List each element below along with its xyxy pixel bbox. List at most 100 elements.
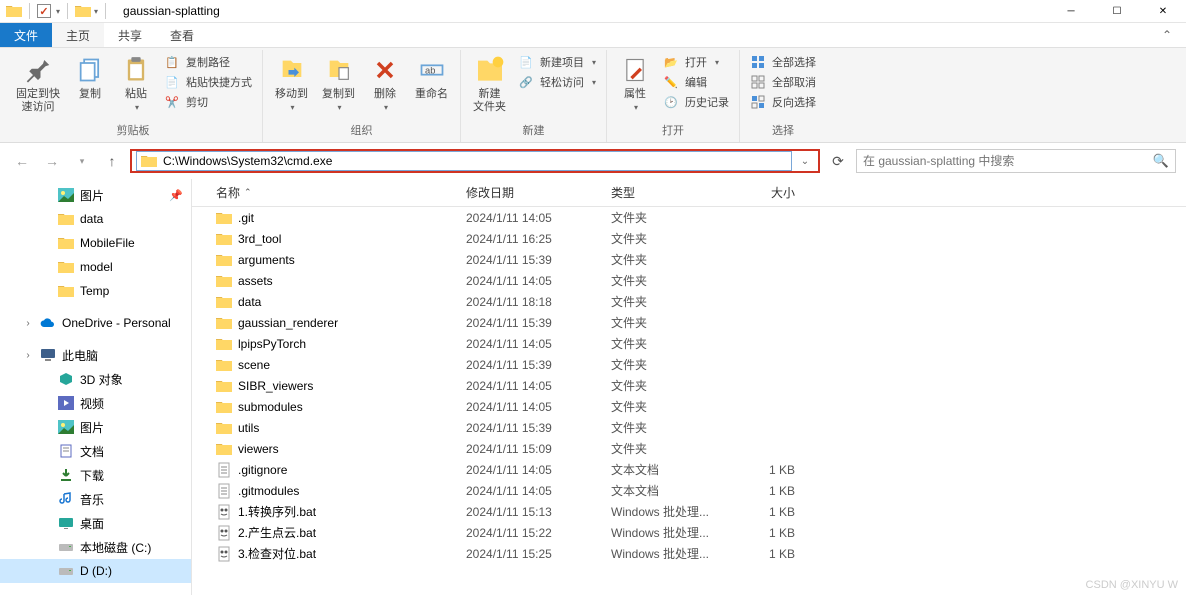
moveto-button[interactable]: 移动到▾ xyxy=(269,50,314,116)
file-list[interactable]: .git2024/1/11 14:05文件夹3rd_tool2024/1/11 … xyxy=(192,207,1186,595)
sidebar-item-onedrive[interactable]: ›OneDrive - Personal xyxy=(0,311,191,335)
file-type: 文件夹 xyxy=(603,230,723,247)
file-type: Windows 批处理... xyxy=(603,545,723,562)
edit-button[interactable]: ✏️编辑 xyxy=(663,74,729,90)
file-row[interactable]: 2.产生点云.bat2024/1/11 15:22Windows 批处理...1… xyxy=(208,522,1186,543)
close-button[interactable]: ✕ xyxy=(1140,0,1186,23)
select-none-button[interactable]: 全部取消 xyxy=(750,74,816,90)
paste-button[interactable]: 粘贴 ▾ xyxy=(114,50,158,116)
file-date: 2024/1/11 15:09 xyxy=(458,442,603,456)
disk-icon xyxy=(58,539,74,555)
history-button[interactable]: 🕑历史记录 xyxy=(663,94,729,110)
sidebar-item-3dobj[interactable]: 3D 对象 xyxy=(0,367,191,391)
watermark: CSDN @XINYU W xyxy=(1086,579,1178,591)
copy-icon xyxy=(74,54,106,86)
sidebar-item-music[interactable]: 音乐 xyxy=(0,487,191,511)
file-row[interactable]: 1.转换序列.bat2024/1/11 15:13Windows 批处理...1… xyxy=(208,501,1186,522)
file-name: 2.产生点云.bat xyxy=(238,524,316,541)
cut-button[interactable]: ✂️剪切 xyxy=(164,94,252,110)
sidebar-item-videos[interactable]: 视频 xyxy=(0,391,191,415)
sidebar-item-data[interactable]: data xyxy=(0,207,191,231)
column-type[interactable]: 类型 xyxy=(603,184,723,201)
nav-row: ← → ▾ ↑ C:\Windows\System32\cmd.exe ⌄ ⟳ … xyxy=(0,143,1186,179)
tab-home[interactable]: 主页 xyxy=(52,23,104,47)
address-dropdown[interactable]: ⌄ xyxy=(796,156,814,167)
tab-share[interactable]: 共享 xyxy=(104,23,156,47)
open-button[interactable]: 📂打开▾ xyxy=(663,54,729,70)
back-button[interactable]: ← xyxy=(10,149,34,173)
file-row[interactable]: .gitignore2024/1/11 14:05文本文档1 KB xyxy=(208,459,1186,480)
desktop-icon xyxy=(58,515,74,531)
sidebar-item-temp[interactable]: Temp xyxy=(0,279,191,303)
folder-icon xyxy=(216,420,232,436)
tab-view[interactable]: 查看 xyxy=(156,23,208,47)
file-row[interactable]: data2024/1/11 18:18文件夹 xyxy=(208,291,1186,312)
address-folder-icon xyxy=(141,154,157,168)
invert-selection-button[interactable]: 反向选择 xyxy=(750,94,816,110)
rename-button[interactable]: ab 重命名 xyxy=(409,50,454,105)
sidebar-item-downloads[interactable]: 下载 xyxy=(0,463,191,487)
copy-path-button[interactable]: 📋复制路径 xyxy=(164,54,252,70)
file-row[interactable]: gaussian_renderer2024/1/11 15:39文件夹 xyxy=(208,312,1186,333)
copyto-button[interactable]: 复制到▾ xyxy=(316,50,361,116)
forward-button[interactable]: → xyxy=(40,149,64,173)
sidebar-item-desktop[interactable]: 桌面 xyxy=(0,511,191,535)
search-box[interactable]: 🔍 xyxy=(856,149,1176,173)
file-row[interactable]: viewers2024/1/11 15:09文件夹 xyxy=(208,438,1186,459)
refresh-button[interactable]: ⟳ xyxy=(826,149,850,173)
folder-icon xyxy=(58,235,74,251)
pin-quickaccess-button[interactable]: 固定到快 速访问 xyxy=(10,50,66,118)
search-input[interactable] xyxy=(863,154,1153,168)
file-row[interactable]: submodules2024/1/11 14:05文件夹 xyxy=(208,396,1186,417)
easy-access-button[interactable]: 🔗轻松访问▾ xyxy=(518,74,596,90)
select-all-button[interactable]: 全部选择 xyxy=(750,54,816,70)
file-row[interactable]: arguments2024/1/11 15:39文件夹 xyxy=(208,249,1186,270)
paste-shortcut-button[interactable]: 📄粘贴快捷方式 xyxy=(164,74,252,90)
minimize-button[interactable]: ─ xyxy=(1048,0,1094,23)
copyto-icon xyxy=(323,54,355,86)
file-date: 2024/1/11 15:39 xyxy=(458,421,603,435)
sidebar-item-cdisk[interactable]: 本地磁盘 (C:) xyxy=(0,535,191,559)
file-row[interactable]: .git2024/1/11 14:05文件夹 xyxy=(208,207,1186,228)
file-date: 2024/1/11 14:05 xyxy=(458,400,603,414)
qat-check-icon[interactable]: ✓ xyxy=(37,4,51,18)
delete-button[interactable]: 删除▾ xyxy=(363,50,407,116)
copy-button[interactable]: 复制 xyxy=(68,50,112,105)
svg-text:ab: ab xyxy=(425,66,435,76)
new-folder-button[interactable]: 新建 文件夹 xyxy=(467,50,512,118)
column-size[interactable]: 大小 xyxy=(723,184,803,201)
sidebar-item-ddisk[interactable]: D (D:) xyxy=(0,559,191,583)
properties-button[interactable]: 属性▾ xyxy=(613,50,657,116)
file-row[interactable]: assets2024/1/11 14:05文件夹 xyxy=(208,270,1186,291)
file-row[interactable]: .gitmodules2024/1/11 14:05文本文档1 KB xyxy=(208,480,1186,501)
file-row[interactable]: 3rd_tool2024/1/11 16:25文件夹 xyxy=(208,228,1186,249)
maximize-button[interactable]: ☐ xyxy=(1094,0,1140,23)
select-all-icon xyxy=(750,54,766,70)
sidebar-item-mobilefile[interactable]: MobileFile xyxy=(0,231,191,255)
column-date[interactable]: 修改日期 xyxy=(458,184,603,201)
recent-dropdown[interactable]: ▾ xyxy=(70,149,94,173)
file-row[interactable]: lpipsPyTorch2024/1/11 14:05文件夹 xyxy=(208,333,1186,354)
file-row[interactable]: SIBR_viewers2024/1/11 14:05文件夹 xyxy=(208,375,1186,396)
up-button[interactable]: ↑ xyxy=(100,149,124,173)
ribbon-tabs: 文件 主页 共享 查看 ⌃ xyxy=(0,23,1186,48)
file-row[interactable]: 3.检查对位.bat2024/1/11 15:25Windows 批处理...1… xyxy=(208,543,1186,564)
new-item-button[interactable]: 📄新建项目▾ xyxy=(518,54,596,70)
text-icon xyxy=(216,483,232,499)
file-row[interactable]: scene2024/1/11 15:39文件夹 xyxy=(208,354,1186,375)
sidebar-item-pictures[interactable]: 图片📌 xyxy=(0,183,191,207)
sidebar-item-model[interactable]: model xyxy=(0,255,191,279)
sidebar-item-pics2[interactable]: 图片 xyxy=(0,415,191,439)
sidebar[interactable]: 图片📌dataMobileFilemodelTemp ›OneDrive - Pe… xyxy=(0,179,192,595)
sidebar-item-thispc[interactable]: ›此电脑 xyxy=(0,343,191,367)
sidebar-item-label: 视频 xyxy=(80,395,104,412)
ribbon-collapse-button[interactable]: ⌃ xyxy=(1148,23,1186,47)
column-name[interactable]: 名称⌃ xyxy=(208,184,458,201)
search-icon[interactable]: 🔍 xyxy=(1153,153,1169,169)
address-bar[interactable]: C:\Windows\System32\cmd.exe xyxy=(136,151,792,171)
sidebar-item-docs[interactable]: 文档 xyxy=(0,439,191,463)
file-name: utils xyxy=(238,421,259,435)
file-name: scene xyxy=(238,358,270,372)
file-row[interactable]: utils2024/1/11 15:39文件夹 xyxy=(208,417,1186,438)
tab-file[interactable]: 文件 xyxy=(0,23,52,47)
